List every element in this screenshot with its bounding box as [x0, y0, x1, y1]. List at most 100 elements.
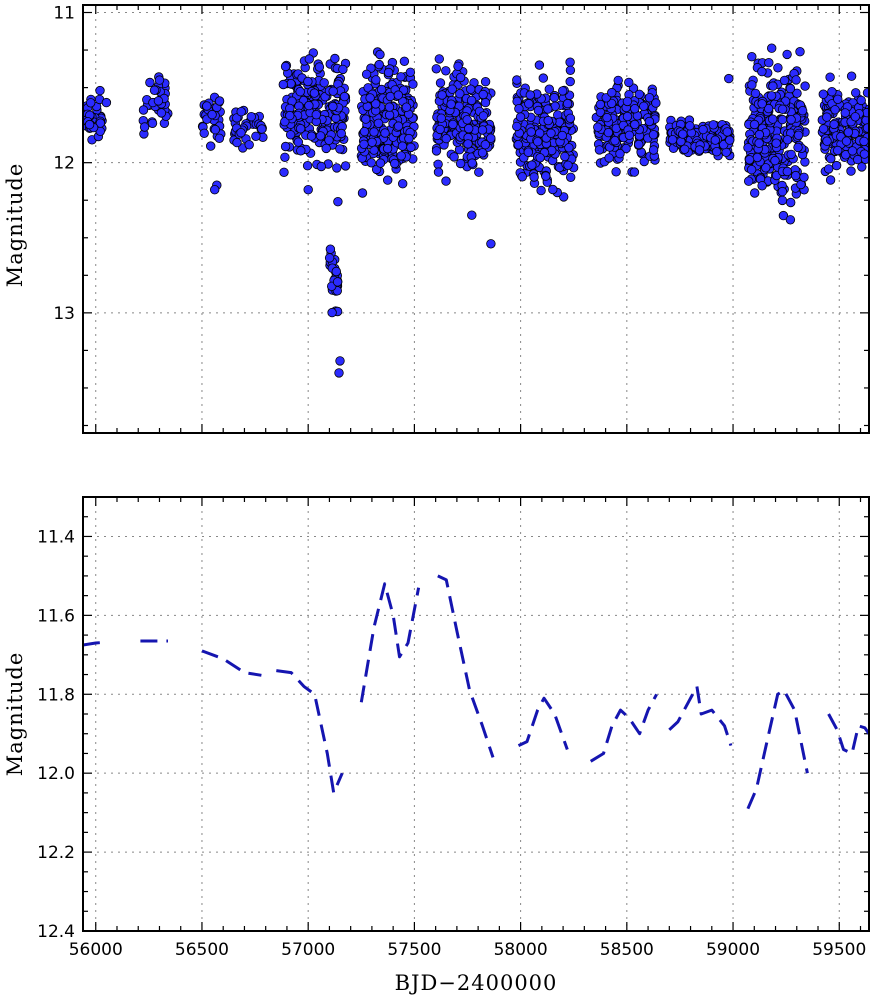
- scatter-point: [624, 130, 635, 141]
- scatter-point: [207, 109, 217, 120]
- series-line-segment: [83, 640, 107, 647]
- scatter-point: [543, 115, 553, 126]
- scatter-point: [557, 130, 568, 141]
- scatter-point: [404, 133, 414, 144]
- scatter-point: [512, 75, 522, 85]
- scatter-point: [685, 121, 695, 131]
- scatter-point: [334, 368, 344, 378]
- scatter-point: [515, 112, 526, 122]
- scatter-point: [385, 91, 396, 102]
- scatter-point: [210, 124, 221, 135]
- scatter-point: [644, 116, 655, 127]
- scatter-point: [335, 144, 345, 154]
- bottom-x-tick-label: 59000: [706, 940, 760, 960]
- scatter-point: [862, 123, 869, 133]
- scatter-point: [280, 61, 291, 72]
- scatter-point: [546, 128, 556, 139]
- scatter-point: [859, 136, 869, 147]
- scatter-point: [365, 93, 375, 103]
- scatter-point: [847, 146, 858, 156]
- scatter-point: [156, 108, 167, 118]
- scatter-point: [818, 89, 829, 99]
- scatter-point: [611, 167, 621, 177]
- scatter-point: [486, 239, 496, 249]
- scatter-point: [338, 64, 348, 75]
- scatter-point: [850, 112, 861, 122]
- scatter-point: [434, 54, 445, 64]
- scatter-point: [331, 266, 342, 277]
- bottom-x-tick-label: 59500: [812, 940, 866, 960]
- scatter-point: [480, 97, 491, 108]
- scatter-point: [797, 105, 808, 116]
- scatter-point: [799, 172, 809, 183]
- scatter-point: [309, 88, 320, 98]
- scatter-point: [374, 59, 384, 70]
- scatter-point: [303, 76, 313, 87]
- scatter-point: [746, 164, 757, 175]
- scatter-point: [304, 100, 314, 111]
- scatter-point: [477, 125, 488, 135]
- scatter-point: [768, 81, 778, 91]
- scatter-point: [513, 139, 524, 150]
- scatter-point: [232, 137, 242, 148]
- scatter-point: [651, 98, 661, 108]
- scatter-point: [384, 110, 395, 120]
- scatter-point: [431, 146, 442, 156]
- top-y-axis-label: Magnitude: [3, 163, 27, 288]
- scatter-point: [246, 111, 257, 122]
- scatter-point: [257, 124, 267, 134]
- series-line-segment: [589, 693, 658, 763]
- scatter-point: [367, 137, 377, 148]
- scatter-point: [648, 145, 659, 155]
- scatter-point: [725, 135, 735, 145]
- scatter-point: [149, 85, 160, 96]
- scatter-point: [477, 148, 488, 158]
- scatter-point: [833, 94, 843, 105]
- series-line-segment: [746, 688, 809, 810]
- scatter-point: [752, 152, 763, 163]
- bottom-y-tick-label: 12.0: [37, 764, 75, 784]
- scatter-point: [278, 79, 289, 90]
- bottom-y-tick-label: 12.4: [37, 922, 75, 942]
- scatter-point: [524, 99, 534, 109]
- scatter-point: [280, 152, 290, 163]
- scatter-point: [280, 141, 291, 152]
- scatter-point: [523, 147, 534, 157]
- scatter-point: [565, 65, 576, 76]
- scatter-point: [544, 84, 555, 94]
- scatter-point: [791, 170, 801, 181]
- scatter-point: [311, 109, 322, 120]
- scatter-point: [357, 188, 368, 198]
- scatter-point: [467, 158, 477, 168]
- scatter-point: [534, 60, 545, 70]
- x-axis-label: BJD−2400000: [395, 971, 558, 995]
- scatter-point: [535, 153, 545, 163]
- scatter-point: [533, 105, 544, 116]
- scatter-point: [825, 175, 836, 185]
- scatter-point: [841, 136, 852, 146]
- scatter-point: [327, 307, 337, 318]
- top-y-tick-label: 13: [53, 304, 75, 324]
- scatter-point: [529, 172, 539, 182]
- scatter-point: [296, 146, 306, 156]
- scatter-point: [325, 244, 336, 254]
- scatter-point: [782, 166, 793, 177]
- scatter-point: [375, 158, 386, 168]
- scatter-point: [321, 143, 331, 154]
- scatter-point: [757, 99, 767, 109]
- scatter-point: [782, 135, 793, 145]
- scatter-point: [361, 114, 371, 124]
- scatter-point: [328, 86, 338, 97]
- scatter-point: [332, 163, 342, 173]
- bottom-panel-line: 11.4 11.6 11.8 12.0 12.2 12.456000 56500 57000 5…: [37, 496, 870, 960]
- scatter-point: [846, 71, 857, 81]
- scatter-point: [777, 114, 788, 125]
- scatter-point: [526, 127, 536, 137]
- scatter-point: [431, 64, 442, 74]
- scatter-point: [851, 88, 861, 98]
- scatter-point: [153, 96, 164, 106]
- scatter-point: [827, 86, 837, 97]
- scatter-point: [698, 124, 708, 135]
- scatter-point: [396, 72, 406, 82]
- bottom-x-tick-label: 57500: [387, 940, 441, 960]
